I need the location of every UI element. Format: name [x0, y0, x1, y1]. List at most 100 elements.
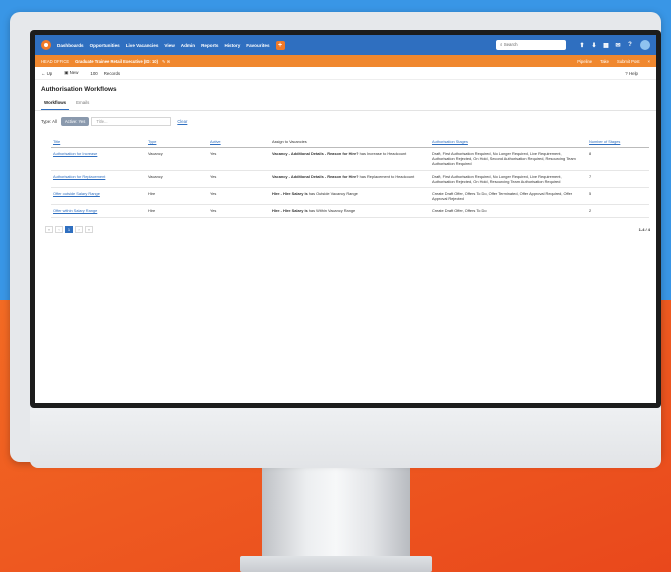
nav-dashboards[interactable]: Dashboards	[57, 43, 84, 48]
avatar[interactable]	[640, 40, 650, 50]
header-active[interactable]: Active	[208, 136, 270, 148]
next-page-button[interactable]: ›	[75, 225, 83, 233]
monitor-stand	[262, 455, 410, 560]
nav-admin[interactable]: Admin	[181, 43, 195, 48]
search-input[interactable]: ⌕ Search	[496, 40, 566, 50]
nav-view[interactable]: View	[164, 43, 174, 48]
download-icon[interactable]: ⬇	[588, 42, 600, 49]
row-assign: Hire - Hire Salary is has Outside Vacanc…	[270, 187, 430, 206]
row-count: 7	[587, 170, 649, 189]
office-actions: Pipeline Take Submit Post ×	[569, 59, 650, 64]
header-assign: Assign to Vacancies	[270, 136, 430, 148]
take-button[interactable]: Take	[600, 59, 609, 64]
table-row[interactable]: Authorisation for Replacement Vacancy Ye…	[51, 170, 649, 189]
record-summary: 1-4 / 4	[638, 226, 650, 232]
row-type: Hire	[146, 187, 208, 206]
add-button[interactable]: +	[275, 40, 285, 50]
office-label: HEAD OFFICE	[41, 58, 70, 64]
up-button[interactable]: ← Up	[41, 71, 58, 76]
row-title[interactable]: Authorisation for Increase	[51, 147, 146, 171]
row-count: 8	[587, 147, 649, 171]
upload-icon[interactable]: ⬆	[576, 42, 588, 49]
nav-reports[interactable]: Reports	[201, 43, 218, 48]
first-page-button[interactable]: «	[45, 225, 53, 233]
search-placeholder: Search	[503, 42, 518, 47]
type-filter[interactable]: Type: All	[41, 119, 57, 124]
row-stages: Draft, First Authorisation Required, No …	[430, 147, 587, 171]
row-type: Vacancy	[146, 147, 208, 171]
toolbar: ← Up ▣ New 100 Records ? Help	[35, 67, 656, 80]
header-stages[interactable]: Authorisation Stages	[430, 136, 587, 148]
row-title[interactable]: Offer outside Salary Range	[51, 187, 146, 206]
page-1-button[interactable]: 1	[65, 225, 73, 233]
tab-emails[interactable]: Emails	[73, 97, 92, 110]
pipeline-button[interactable]: Pipeline	[577, 59, 592, 64]
help-button[interactable]: ? Help	[625, 71, 644, 76]
table-row[interactable]: Offer within Salary Range Hire Yes Hire …	[51, 204, 649, 218]
help-label: Help	[628, 70, 638, 76]
prev-page-button[interactable]: ‹	[55, 225, 63, 233]
table-row[interactable]: Offer outside Salary Range Hire Yes Hire…	[51, 187, 649, 206]
app-logo[interactable]	[41, 40, 51, 50]
table-row[interactable]: Authorisation for Increase Vacancy Yes V…	[51, 147, 649, 171]
row-assign: Vacancy - Additional Details - Reason fo…	[270, 147, 430, 171]
nav-right: ⌕ Search ⬆ ⬇ ▦ ✉ ?	[496, 40, 650, 50]
row-count: 2	[587, 204, 649, 218]
help-circle-icon[interactable]: ?	[624, 42, 636, 48]
row-active: Yes	[208, 170, 270, 189]
pagination: « ‹ 1 › » 1-4 / 4	[35, 218, 656, 233]
nav-favourites[interactable]: Favourites	[246, 43, 269, 48]
screen: Dashboards Opportunities Live Vacancies …	[35, 35, 656, 403]
edit-icon[interactable]: ✎ ✉	[162, 59, 170, 64]
records-label: Records	[103, 70, 121, 76]
assign-condition: has Within Vacancy Range	[307, 208, 356, 214]
row-active: Yes	[208, 204, 270, 218]
tab-workflows[interactable]: Workflows	[41, 97, 70, 110]
row-stages: Create Draft Offer, Offers To Do, Offer …	[430, 187, 587, 206]
monitor-chin	[30, 408, 661, 468]
clear-link[interactable]: Clear	[177, 119, 187, 124]
monitor-foot	[240, 556, 432, 572]
assign-condition: has Replacement to Headcount	[358, 173, 415, 179]
assign-field: Hire - Hire Salary is	[272, 191, 308, 197]
assign-field: Vacancy - Additional Details - Reason fo…	[272, 151, 359, 156]
row-title[interactable]: Offer within Salary Range	[51, 204, 146, 218]
active-filter-chip[interactable]: Active: Yes	[60, 117, 90, 126]
close-icon[interactable]: ×	[648, 59, 650, 64]
title-filter-input[interactable]: Title...	[91, 117, 172, 126]
row-title[interactable]: Authorisation for Replacement	[51, 170, 146, 189]
row-assign: Vacancy - Additional Details - Reason fo…	[270, 170, 430, 189]
nav-opportunities[interactable]: Opportunities	[90, 43, 120, 48]
filter-bar: Type: All Active: Yes Title... Clear	[35, 111, 656, 132]
header-title[interactable]: Title	[51, 136, 146, 148]
monitor-frame: Dashboards Opportunities Live Vacancies …	[10, 12, 661, 468]
office-title[interactable]: Graduate Trainee Retail Executive (ID: 1…	[75, 59, 158, 64]
last-page-button[interactable]: »	[85, 225, 93, 233]
top-nav: Dashboards Opportunities Live Vacancies …	[35, 35, 656, 55]
new-button[interactable]: ▣ New	[64, 70, 84, 76]
row-type: Vacancy	[146, 170, 208, 189]
assign-condition: has Increase to Headcount	[358, 151, 407, 156]
workflows-table: Title Type Active Assign to Vacancies Au…	[51, 136, 649, 218]
new-label: New	[69, 70, 79, 75]
records-count[interactable]: 100	[90, 71, 97, 76]
assign-condition: has Outside Vacancy Range	[307, 191, 358, 197]
row-active: Yes	[208, 187, 270, 206]
calendar-icon[interactable]: ▦	[600, 42, 612, 49]
assign-field: Hire - Hire Salary is	[272, 208, 308, 214]
nav-history[interactable]: History	[224, 43, 240, 48]
header-count[interactable]: Number of Stages	[587, 136, 649, 148]
header-type[interactable]: Type	[146, 136, 208, 148]
row-assign: Hire - Hire Salary is has Within Vacancy…	[270, 204, 430, 218]
up-label: Up	[46, 70, 53, 76]
row-active: Yes	[208, 147, 270, 171]
row-stages: Create Draft Offer, Offers To Do	[430, 204, 587, 218]
submit-post-button[interactable]: Submit Post	[617, 59, 640, 64]
office-bar: HEAD OFFICE Graduate Trainee Retail Exec…	[35, 55, 656, 67]
tab-bar: Workflows Emails	[35, 97, 656, 111]
row-count: 5	[587, 187, 649, 206]
nav-live-vacancies[interactable]: Live Vacancies	[126, 43, 159, 48]
assign-field: Vacancy - Additional Details - Reason fo…	[272, 173, 359, 179]
mail-icon[interactable]: ✉	[612, 42, 624, 49]
row-stages: Draft, First Authorisation Required, No …	[430, 170, 587, 189]
